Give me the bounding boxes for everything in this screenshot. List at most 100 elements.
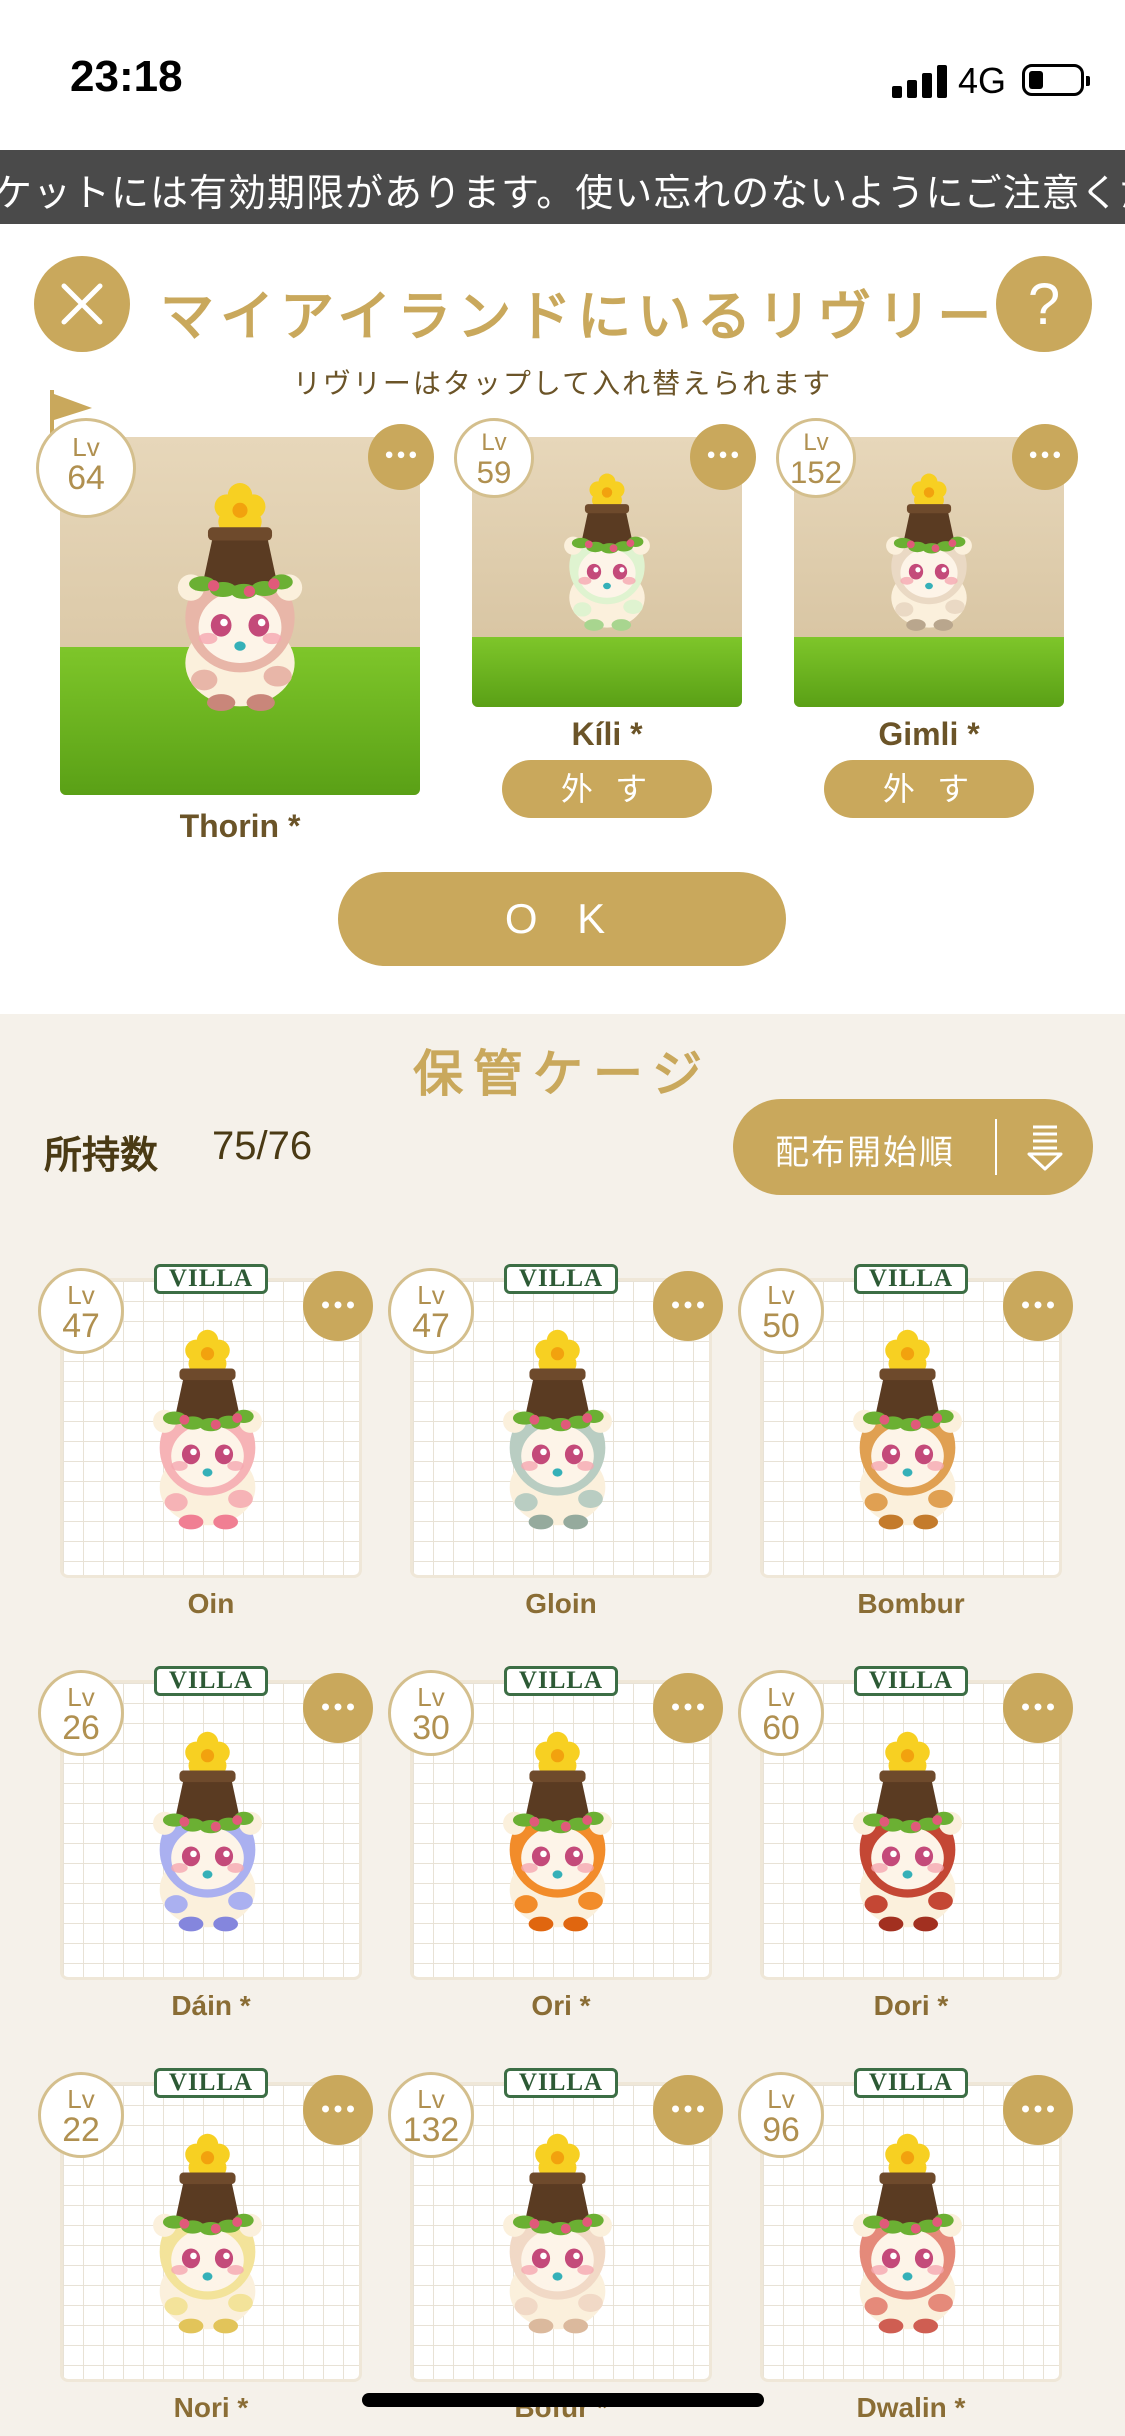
level-badge: Lv 96 (738, 2072, 824, 2158)
sort-icon (1027, 1125, 1063, 1171)
remove-button[interactable]: 外 す (502, 760, 712, 818)
more-options-button[interactable]: ••• (690, 424, 756, 490)
grass (472, 637, 742, 707)
creature-image (853, 1329, 962, 1530)
help-button[interactable]: ? (996, 256, 1092, 352)
level-label: Lv (481, 429, 507, 457)
level-value: 64 (67, 459, 105, 497)
notice-marquee: ケットには有効期限があります。使い忘れのないようにご注意ください (0, 150, 1125, 224)
close-icon (61, 283, 103, 325)
creature-name: Dori * (873, 1990, 949, 2021)
creature-name: Dáin * (171, 1990, 251, 2021)
villa-badge: VILLA (154, 1264, 268, 1294)
creature-image (503, 1329, 612, 1530)
level-badge: Lv 30 (388, 1670, 474, 1756)
more-icon: ••• (669, 2098, 707, 2121)
creature-image (886, 473, 972, 631)
close-button[interactable] (34, 256, 130, 352)
creature-name: Kíli * (571, 716, 643, 752)
villa-badge: VILLA (504, 2068, 618, 2098)
creature-image (503, 1731, 612, 1932)
creature-image (853, 2133, 962, 2334)
status-bar: 23:18 4G (0, 0, 1125, 150)
creature-image (564, 473, 650, 631)
more-icon: ••• (319, 2098, 357, 2121)
villa-badge: VILLA (854, 2068, 968, 2098)
creature-image (153, 2133, 262, 2334)
status-time: 23:18 (70, 52, 183, 101)
page-title: マイアイランドにいるリヴリー (160, 285, 998, 348)
remove-button[interactable]: 外 す (824, 760, 1034, 818)
signal-icon (892, 64, 948, 98)
level-label: Lv (417, 2084, 445, 2115)
creature-name: Thorin * (179, 808, 301, 844)
owned-count: 75/76 (212, 1124, 313, 1168)
more-icon: ••• (669, 1294, 707, 1317)
level-label: Lv (67, 1280, 95, 1311)
more-options-button[interactable]: ••• (1003, 1271, 1073, 1341)
network-type: 4G (958, 60, 1007, 101)
level-value: 50 (762, 1307, 800, 1346)
creature-image (153, 1731, 262, 1932)
creature-name: Gloin (525, 1588, 597, 1619)
level-label: Lv (72, 432, 100, 462)
level-badge: Lv 50 (738, 1268, 824, 1354)
level-label: Lv (417, 1682, 445, 1713)
level-value: 59 (476, 455, 512, 491)
sort-button[interactable]: 配布開始順 (733, 1099, 1093, 1195)
more-icon: ••• (1019, 2098, 1057, 2121)
more-options-button[interactable]: ••• (653, 1673, 723, 1743)
more-options-button[interactable]: ••• (1003, 1673, 1073, 1743)
help-icon: ? (1027, 271, 1061, 337)
level-badge: Lv 64 (36, 418, 136, 518)
more-options-button[interactable]: ••• (653, 1271, 723, 1341)
more-options-button[interactable]: ••• (303, 1271, 373, 1341)
creature-name: Nori * (173, 2392, 249, 2423)
level-label: Lv (67, 1682, 95, 1713)
creature-image (853, 1731, 962, 1932)
level-label: Lv (767, 1280, 795, 1311)
level-value: 96 (762, 2111, 800, 2150)
level-badge: Lv 152 (776, 418, 856, 498)
creature-image (503, 2133, 612, 2334)
more-icon: ••• (383, 446, 419, 467)
level-label: Lv (417, 1280, 445, 1311)
level-value: 132 (402, 2111, 460, 2150)
level-value: 26 (62, 1709, 100, 1748)
more-icon: ••• (319, 1696, 357, 1719)
level-label: Lv (803, 429, 829, 457)
level-value: 22 (62, 2111, 100, 2150)
villa-badge: VILLA (854, 1666, 968, 1696)
home-indicator[interactable] (362, 2393, 764, 2407)
villa-badge: VILLA (154, 1666, 268, 1696)
creature-name: Dwalin * (856, 2392, 966, 2423)
level-value: 152 (789, 455, 843, 491)
level-badge: Lv 26 (38, 1670, 124, 1756)
more-options-button[interactable]: ••• (653, 2075, 723, 2145)
notice-text: ケットには有効期限があります。使い忘れのないようにご注意ください (0, 171, 1125, 215)
more-options-button[interactable]: ••• (368, 424, 434, 490)
more-icon: ••• (1019, 1696, 1057, 1719)
ok-button[interactable]: O K (338, 872, 786, 966)
more-icon: ••• (669, 1696, 707, 1719)
owned-count-label: 所持数 (44, 1133, 159, 1177)
subtitle: リヴリーはタップして入れ替えられます (292, 367, 833, 400)
more-options-button[interactable]: ••• (1003, 2075, 1073, 2145)
villa-badge: VILLA (154, 2068, 268, 2098)
level-badge: Lv 132 (388, 2072, 474, 2158)
level-badge: Lv 47 (38, 1268, 124, 1354)
more-options-button[interactable]: ••• (303, 1673, 373, 1743)
more-icon: ••• (705, 446, 741, 467)
creature-name: Bombur (857, 1588, 965, 1619)
creature-name: Gimli * (878, 716, 980, 752)
level-badge: Lv 60 (738, 1670, 824, 1756)
level-badge: Lv 47 (388, 1268, 474, 1354)
more-options-button[interactable]: ••• (1012, 424, 1078, 490)
level-value: 30 (412, 1709, 450, 1748)
level-value: 60 (762, 1709, 800, 1748)
level-label: Lv (767, 1682, 795, 1713)
sort-divider (995, 1119, 997, 1175)
more-options-button[interactable]: ••• (303, 2075, 373, 2145)
battery-icon (1022, 64, 1090, 96)
villa-badge: VILLA (504, 1666, 618, 1696)
